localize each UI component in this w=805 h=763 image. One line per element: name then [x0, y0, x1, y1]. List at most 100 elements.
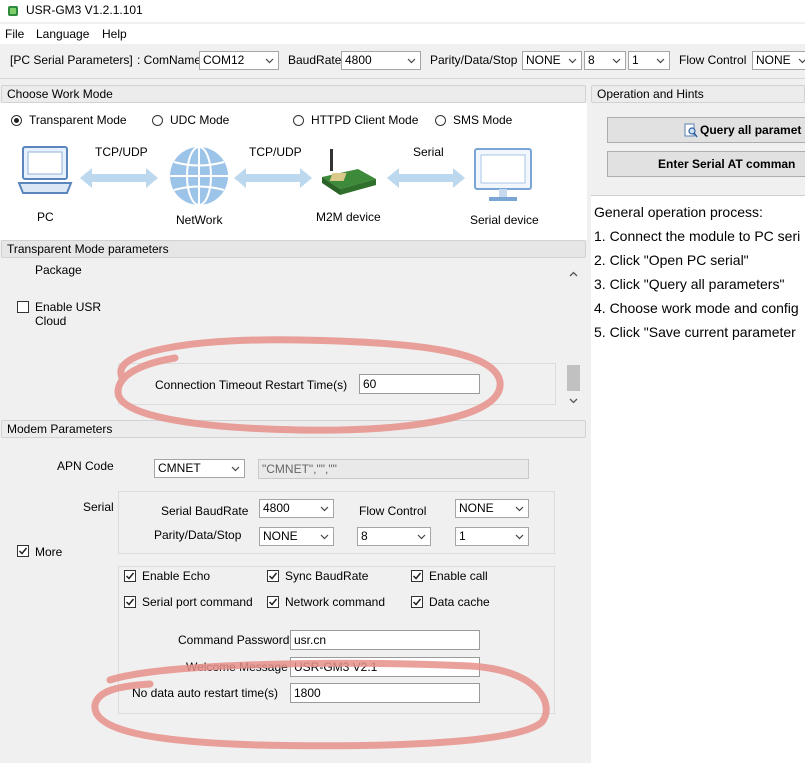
serial-device-label: Serial device [470, 213, 539, 227]
enable-call-checkbox[interactable] [411, 570, 423, 582]
modem-params-header: Modem Parameters [1, 420, 586, 438]
scroll-down-icon[interactable] [569, 396, 578, 405]
sync-baudrate-label: Sync BaudRate [285, 569, 369, 583]
hint-line-2: 2. Click "Open PC serial" [594, 252, 749, 268]
menu-language[interactable]: Language [36, 27, 89, 41]
hint-line-0: General operation process: [594, 204, 763, 220]
query-all-parameters-button[interactable]: Query all paramet [607, 117, 805, 143]
more-label: More [35, 545, 63, 559]
network-command-checkbox[interactable] [267, 596, 279, 608]
baudrate-select[interactable]: 4800 [341, 51, 421, 70]
apn-string-input[interactable]: "CMNET","","" [258, 459, 529, 479]
package-label: Package [35, 263, 82, 277]
pc-serial-toolbar: [PC Serial Parameters] : ComName COM12 B… [0, 44, 805, 79]
enable-usr-cloud-checkbox[interactable] [17, 301, 29, 313]
sms-mode-label[interactable]: SMS Mode [453, 113, 512, 127]
data-cache-label: Data cache [429, 595, 490, 609]
app-icon [8, 6, 18, 16]
double-arrow-icon [80, 168, 158, 188]
transparent-mode-label[interactable]: Transparent Mode [29, 113, 127, 127]
command-password-input[interactable]: usr.cn [290, 630, 480, 650]
chevron-down-icon [231, 466, 240, 472]
serial-baudrate-label: Serial BaudRate [161, 504, 249, 518]
chevron-down-icon [612, 58, 621, 64]
serial-device-monitor-icon [474, 148, 532, 201]
radio-httpd-client-mode[interactable] [293, 115, 304, 126]
link-tcp-udp-2: TCP/UDP [249, 145, 302, 159]
conn-timeout-label: Connection Timeout Restart Time(s) [155, 378, 348, 392]
menu-help[interactable]: Help [102, 27, 127, 41]
document-search-icon [684, 123, 698, 138]
transparent-params-header: Transparent Mode parameters [1, 240, 586, 258]
comname-select[interactable]: COM12 [199, 51, 279, 70]
chevron-down-icon [265, 58, 274, 64]
checkmark-icon [412, 572, 422, 580]
chevron-down-icon [798, 58, 805, 64]
window-title: USR-GM3 V1.2.1.101 [26, 3, 143, 17]
enter-serial-at-button[interactable]: Enter Serial AT comman [607, 151, 805, 177]
serial-data-bits-select[interactable]: 8 [357, 527, 431, 546]
command-password-label: Command Password [178, 633, 290, 647]
enable-usr-cloud-label-1: Enable USR [35, 300, 102, 314]
welcome-message-label: Welcome Message [186, 660, 288, 674]
query-all-parameters-label: Query all paramet [700, 123, 802, 137]
hint-line-3: 3. Click "Query all parameters" [594, 276, 785, 292]
link-serial: Serial [413, 145, 444, 159]
chevron-down-icon [407, 58, 416, 64]
serial-stop-bits-select[interactable]: 1 [455, 527, 529, 546]
double-arrow-icon [387, 168, 465, 188]
data-bits-select[interactable]: 8 [584, 51, 626, 70]
serial-label: Serial [83, 500, 114, 514]
scroll-thumb[interactable] [567, 365, 580, 391]
pc-laptop-icon [17, 146, 73, 194]
httpd-client-mode-label[interactable]: HTTPD Client Mode [311, 113, 418, 127]
checkmark-icon [268, 598, 278, 606]
enable-echo-checkbox[interactable] [124, 570, 136, 582]
serial-port-command-label: Serial port command [142, 595, 253, 609]
transparent-params-panel: Package Enable USR Cloud Connection Time… [0, 258, 587, 410]
checkmark-icon [125, 572, 135, 580]
welcome-message-input[interactable]: USR-GM3 V2.1 [290, 657, 480, 677]
chevron-down-icon [568, 58, 577, 64]
serial-parity-select[interactable]: NONE [259, 527, 334, 546]
more-checkbox[interactable] [17, 545, 29, 557]
chevron-down-icon [656, 58, 665, 64]
m2m-device-icon [322, 149, 376, 195]
enable-echo-label: Enable Echo [142, 569, 211, 583]
udc-mode-label[interactable]: UDC Mode [170, 113, 229, 127]
serial-port-command-checkbox[interactable] [124, 596, 136, 608]
enable-usr-cloud-label-2: Cloud [35, 314, 67, 328]
menu-file[interactable]: File [5, 27, 24, 41]
hints-button-area: Query all paramet Enter Serial AT comman [591, 103, 805, 196]
flow-control-label: Flow Control [679, 53, 747, 67]
conn-timeout-input[interactable]: 60 [359, 374, 480, 394]
radio-udc-mode[interactable] [152, 115, 163, 126]
radio-sms-mode[interactable] [435, 115, 446, 126]
enable-call-label: Enable call [429, 569, 488, 583]
data-cache-checkbox[interactable] [411, 596, 423, 608]
apn-code-label: APN Code [57, 459, 114, 473]
checkmark-icon [18, 547, 28, 555]
flow-control-select[interactable]: NONE [752, 51, 805, 70]
chevron-down-icon [320, 534, 329, 540]
transparent-scrollbar[interactable] [565, 262, 582, 407]
serial-flow-control-select[interactable]: NONE [455, 499, 529, 518]
hint-line-5: 5. Click "Save current parameter [594, 324, 796, 340]
work-mode-header: Choose Work Mode [1, 85, 586, 103]
stop-bits-select[interactable]: 1 [628, 51, 670, 70]
sync-baudrate-checkbox[interactable] [267, 570, 279, 582]
hint-line-4: 4. Choose work mode and config [594, 300, 799, 316]
serial-baudrate-select[interactable]: 4800 [259, 499, 334, 518]
parity-select[interactable]: NONE [522, 51, 582, 70]
scroll-up-icon[interactable] [569, 270, 578, 279]
chevron-down-icon [515, 534, 524, 540]
pc-label: PC [37, 210, 54, 224]
apn-code-select[interactable]: CMNET [154, 459, 245, 478]
no-data-restart-label: No data auto restart time(s) [132, 686, 279, 700]
baudrate-label: BaudRate [288, 53, 342, 67]
radio-transparent-mode[interactable] [11, 115, 22, 126]
pc-serial-section-label: [PC Serial Parameters] [10, 53, 133, 67]
no-data-restart-input[interactable]: 1800 [290, 683, 480, 703]
network-label: NetWork [176, 213, 223, 227]
comname-label: : ComName [137, 53, 202, 67]
